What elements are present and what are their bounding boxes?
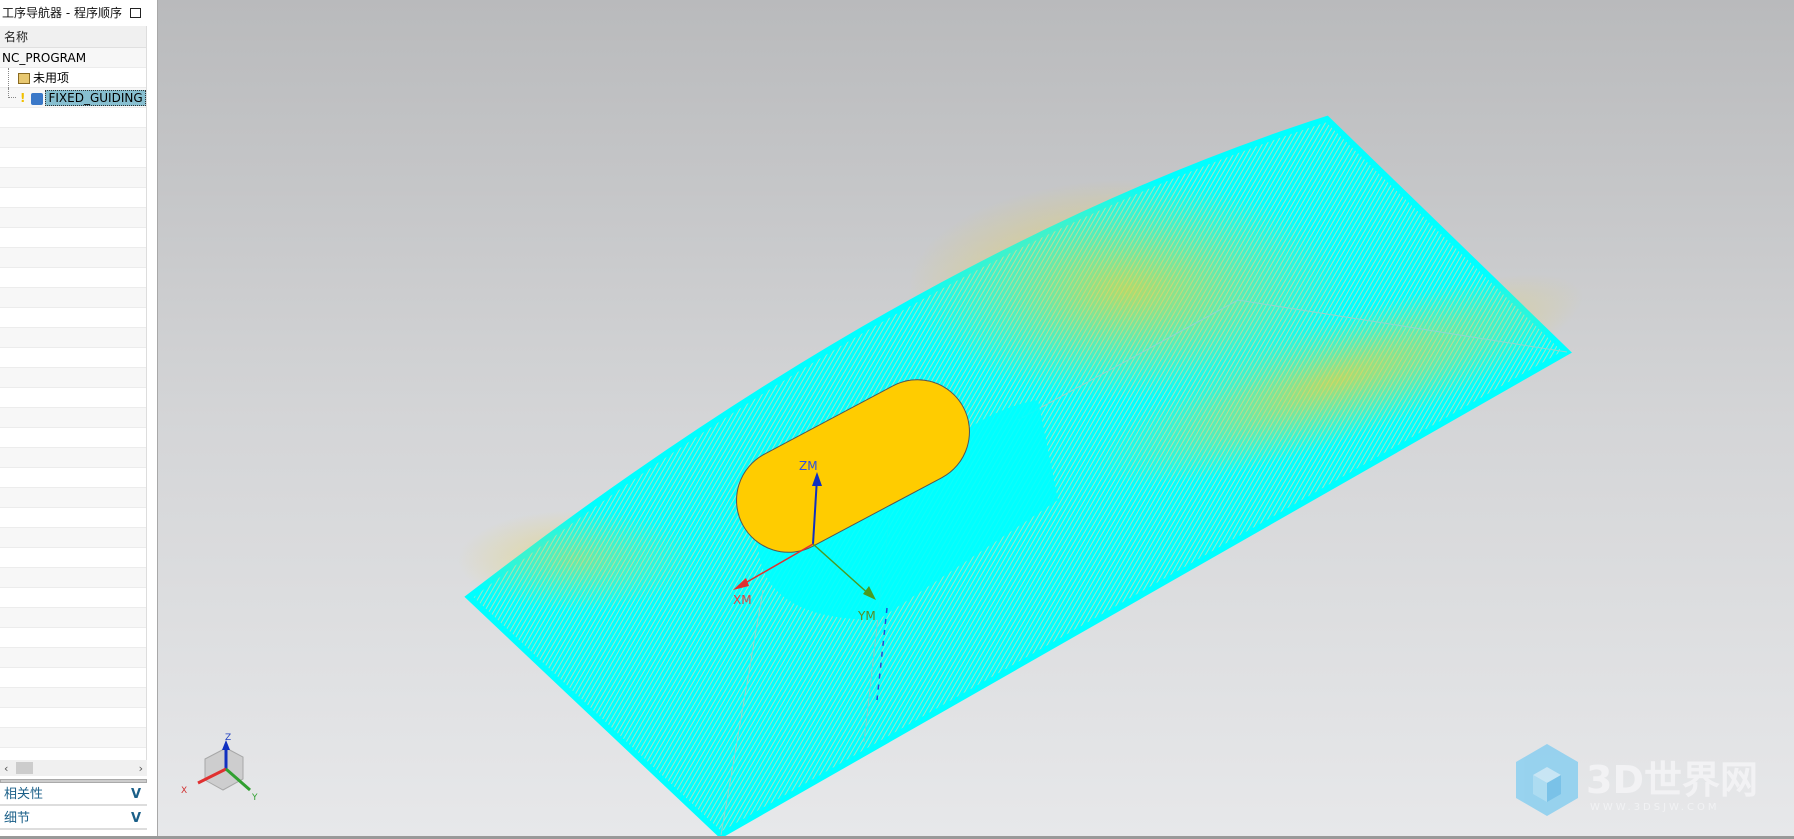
empty-row — [0, 548, 146, 568]
triad-x-label: X — [181, 786, 187, 796]
empty-row — [0, 168, 146, 188]
navigator-title: 工序导航器 - 程序顺序 — [2, 6, 122, 20]
empty-row — [0, 608, 146, 628]
watermark-url: WWW.3DSJW.COM — [1590, 802, 1719, 813]
splitter[interactable] — [0, 779, 147, 783]
xm-label: XM — [733, 593, 752, 607]
column-header-name[interactable]: 名称 — [0, 26, 146, 48]
scroll-left-icon[interactable]: ‹ — [4, 762, 8, 775]
tree-item-fixed-guiding[interactable]: ! FIXED_GUIDING — [0, 88, 146, 108]
chevron-down-icon[interactable]: V — [131, 784, 141, 806]
view-triad[interactable]: Z X Y — [181, 733, 258, 803]
horizontal-scrollbar[interactable]: ‹ › — [0, 760, 147, 776]
empty-row — [0, 308, 146, 328]
navigator-title-bar: 工序导航器 - 程序顺序 — [0, 0, 157, 26]
operation-navigator: 工序导航器 - 程序顺序 名称 NC_PROGRAM 未用项 ! FIXED_GU… — [0, 0, 158, 839]
navigator-tree: 名称 NC_PROGRAM 未用项 ! FIXED_GUIDING — [0, 26, 147, 761]
empty-row — [0, 568, 146, 588]
empty-row — [0, 648, 146, 668]
empty-row — [0, 588, 146, 608]
section-dependencies[interactable]: 相关性 V — [0, 784, 147, 806]
folder-icon — [18, 73, 30, 84]
empty-row — [0, 528, 146, 548]
empty-row — [0, 628, 146, 648]
empty-row — [0, 428, 146, 448]
empty-row — [0, 228, 146, 248]
warning-icon: ! — [20, 91, 26, 105]
empty-row — [0, 328, 146, 348]
empty-row — [0, 408, 146, 428]
ym-label: YM — [857, 609, 876, 623]
empty-row — [0, 268, 146, 288]
empty-row — [0, 688, 146, 708]
tree-item-unused[interactable]: 未用项 — [0, 68, 146, 88]
empty-row — [0, 148, 146, 168]
operation-icon — [31, 92, 44, 105]
empty-row — [0, 288, 146, 308]
tree-item-label: FIXED_GUIDING — [45, 90, 146, 106]
empty-row — [0, 128, 146, 148]
tree-item-nc-program[interactable]: NC_PROGRAM — [0, 48, 146, 68]
empty-row — [0, 348, 146, 368]
tree-item-label: NC_PROGRAM — [2, 51, 87, 65]
tree-item-label: 未用项 — [33, 71, 70, 85]
empty-row — [0, 668, 146, 688]
section-label: 相关性 — [4, 787, 44, 802]
empty-row — [0, 208, 146, 228]
triad-z-label: Z — [225, 733, 231, 743]
empty-row — [0, 488, 146, 508]
part-toolpath[interactable] — [458, 115, 1603, 836]
empty-row — [0, 368, 146, 388]
section-details[interactable]: 细节 V — [0, 808, 147, 830]
section-label: 细节 — [4, 811, 31, 826]
empty-row — [0, 448, 146, 468]
empty-row — [0, 468, 146, 488]
empty-row — [0, 728, 146, 748]
zm-label: ZM — [799, 459, 818, 473]
watermark-title: 3D世界网 — [1586, 758, 1758, 802]
scroll-right-icon[interactable]: › — [139, 762, 143, 775]
chevron-down-icon[interactable]: V — [131, 808, 141, 830]
empty-row — [0, 248, 146, 268]
graphics-viewport[interactable]: ZM XM YM Z X Y 3D世界网 WWW.3DSJW.COM — [158, 0, 1794, 836]
empty-row — [0, 708, 146, 728]
triad-y-label: Y — [251, 793, 258, 803]
empty-row — [0, 388, 146, 408]
watermark: 3D世界网 WWW.3DSJW.COM — [1516, 744, 1758, 816]
empty-row — [0, 508, 146, 528]
empty-row — [0, 108, 146, 128]
scroll-thumb[interactable] — [16, 762, 33, 774]
empty-row — [0, 188, 146, 208]
maximize-icon[interactable] — [129, 8, 141, 18]
